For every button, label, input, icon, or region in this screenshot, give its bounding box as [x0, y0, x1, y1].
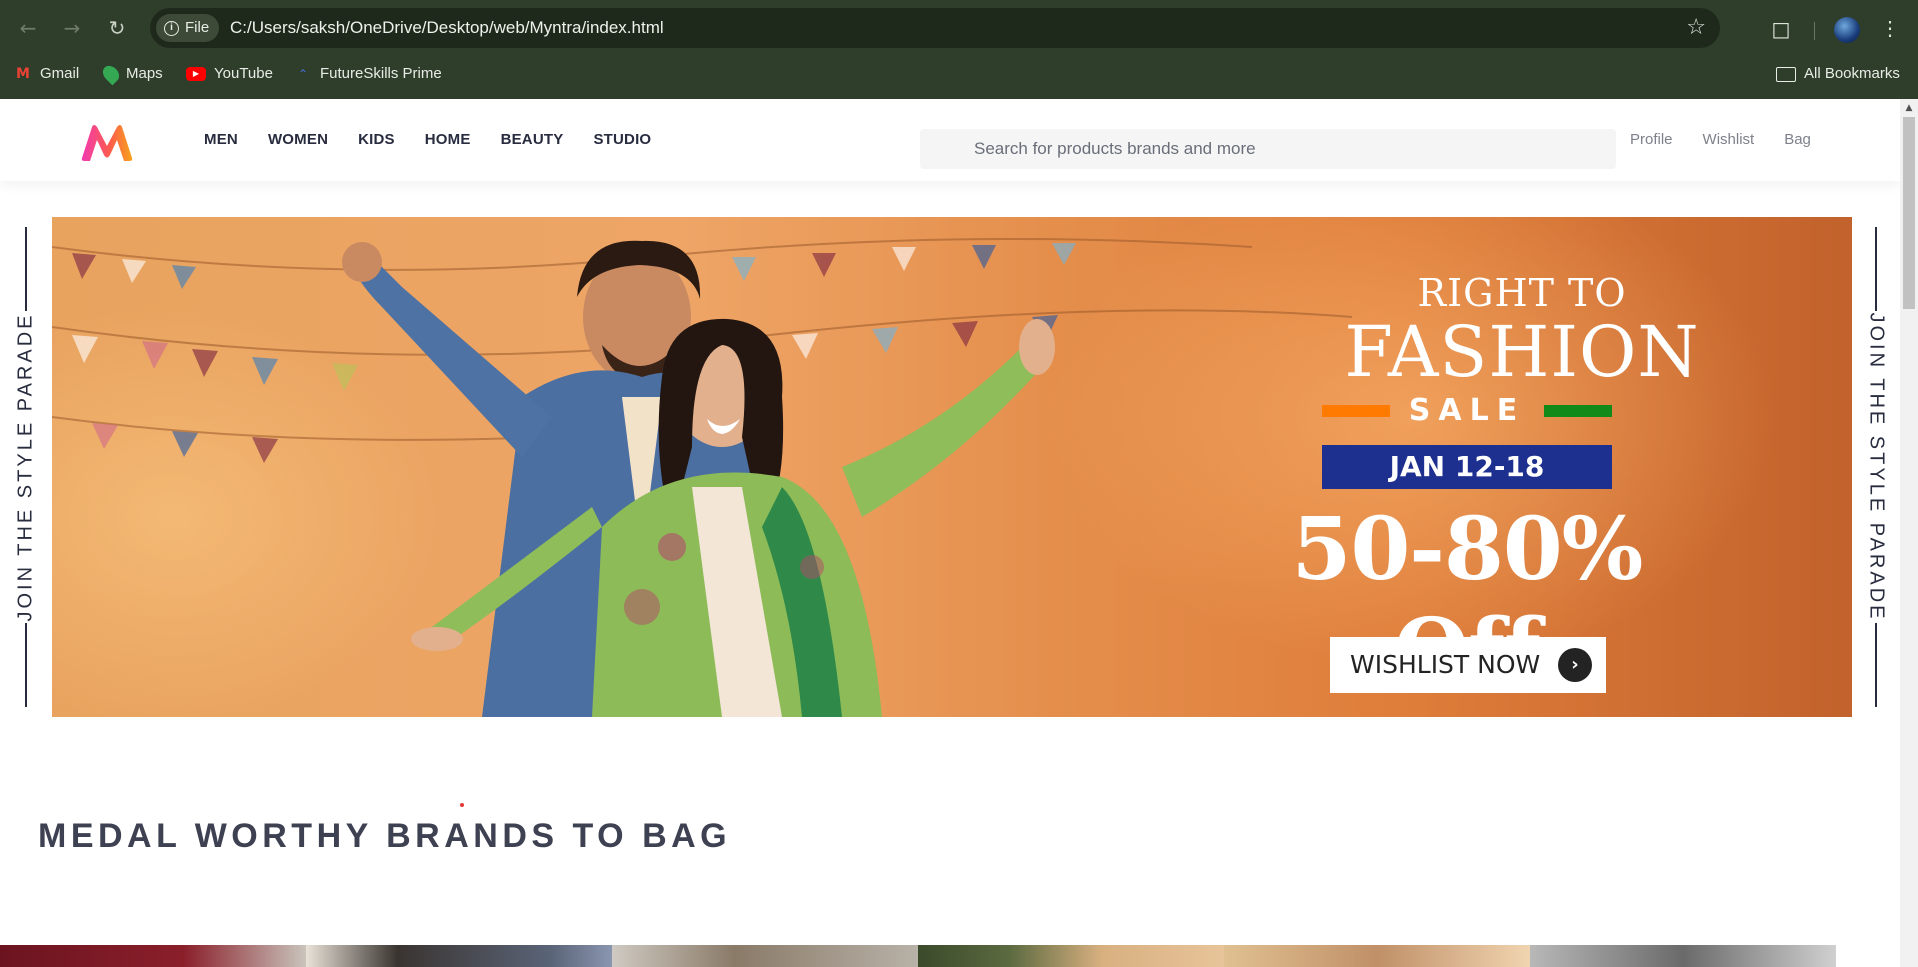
brand-card[interactable] — [306, 945, 612, 967]
bag-link[interactable]: Bag — [1784, 99, 1811, 181]
bookmark-label: Maps — [126, 65, 163, 82]
side-banner-right: JOIN THE STYLE PARADE — [1862, 227, 1890, 707]
brand-card[interactable] — [1224, 945, 1530, 967]
wishlist-now-button[interactable]: WISHLIST NOW › — [1330, 637, 1606, 693]
bookmark-gmail[interactable]: M Gmail — [14, 60, 79, 88]
nav-women[interactable]: WOMEN — [253, 99, 343, 181]
scroll-up-arrow-icon[interactable]: ▲ — [1900, 101, 1918, 115]
gmail-icon: M — [16, 66, 30, 82]
promo-line1: RIGHT TO — [1417, 271, 1627, 315]
side-label-left: JOIN THE STYLE PARADE — [14, 312, 37, 622]
main-nav: MEN WOMEN KIDS HOME BEAUTY STUDIO — [204, 99, 666, 181]
site-header: MEN WOMEN KIDS HOME BEAUTY STUDIO Profil… — [0, 99, 1900, 181]
toolbar-divider — [1814, 22, 1815, 40]
divider-line — [25, 227, 27, 311]
cursor-dot — [460, 803, 464, 807]
myntra-logo[interactable] — [80, 124, 134, 162]
nav-kids[interactable]: KIDS — [343, 99, 410, 181]
browser-toolbar: ← → ↻ i File C:/Users/saksh/OneDrive/Des… — [0, 8, 1918, 48]
promo-dates: JAN 12-18 — [1322, 445, 1612, 489]
futureskills-icon: ⌃ — [297, 67, 309, 81]
divider-line — [1875, 227, 1877, 311]
scroll-thumb[interactable] — [1903, 117, 1915, 309]
bookmark-label: Gmail — [40, 65, 80, 82]
brand-card[interactable] — [0, 945, 306, 967]
hero-models-image — [342, 240, 1055, 717]
side-label-right: JOIN THE STYLE PARADE — [1865, 312, 1888, 622]
section-title: MEDAL WORTHY BRANDS TO BAG — [38, 817, 732, 855]
bookmark-youtube[interactable]: ▶ YouTube — [186, 60, 273, 88]
maps-icon — [99, 62, 123, 86]
brand-card[interactable] — [1530, 945, 1836, 967]
search-box — [920, 129, 1616, 169]
search-input[interactable] — [974, 129, 1594, 169]
divider-line — [25, 623, 27, 707]
nav-studio[interactable]: STUDIO — [578, 99, 666, 181]
info-icon: i — [164, 20, 179, 36]
bookmark-futureskills[interactable]: ⌃ FutureSkills Prime — [294, 60, 442, 88]
browser-menu-icon[interactable]: ⋮ — [1880, 14, 1900, 44]
folder-icon — [1776, 66, 1796, 82]
promo-line2: FASHION — [1344, 311, 1700, 393]
wishlist-link[interactable]: Wishlist — [1703, 99, 1755, 181]
nav-men[interactable]: MEN — [204, 99, 253, 181]
page-scrollbar[interactable]: ▲ — [1900, 99, 1918, 967]
address-bar[interactable]: i File C:/Users/saksh/OneDrive/Desktop/w… — [150, 8, 1720, 48]
bookmarks-bar: M Gmail Maps ▶ YouTube ⌃ FutureSkills Pr… — [0, 60, 1918, 88]
side-banner-left: JOIN THE STYLE PARADE — [12, 227, 40, 707]
bookmark-maps[interactable]: Maps — [99, 60, 163, 88]
file-chip-label: File — [185, 19, 210, 36]
promo-panel: RIGHT TO FASHION SALE JAN 12-18 50-80% O… — [1242, 267, 1802, 701]
forward-icon[interactable]: → — [58, 14, 86, 42]
hero-banner[interactable]: RIGHT TO FASHION SALE JAN 12-18 50-80% O… — [52, 217, 1852, 717]
brand-card[interactable] — [612, 945, 918, 967]
extensions-icon[interactable]: □ — [1768, 16, 1794, 42]
profile-avatar[interactable] — [1834, 17, 1860, 43]
reload-icon[interactable]: ↻ — [103, 14, 131, 42]
bookmark-label: YouTube — [214, 65, 273, 82]
back-icon[interactable]: ← — [14, 14, 42, 42]
brand-card[interactable] — [918, 945, 1224, 967]
youtube-icon: ▶ — [186, 67, 206, 81]
url-text[interactable]: C:/Users/saksh/OneDrive/Desktop/web/Mynt… — [230, 8, 664, 48]
all-bookmarks-label: All Bookmarks — [1804, 65, 1900, 82]
header-actions: Profile Wishlist Bag — [1630, 99, 1811, 181]
wishlist-now-label: WISHLIST NOW — [1350, 650, 1541, 679]
bookmark-label: FutureSkills Prime — [320, 65, 442, 82]
divider-line — [1875, 623, 1877, 707]
profile-link[interactable]: Profile — [1630, 99, 1673, 181]
brand-carousel — [0, 945, 1836, 967]
nav-beauty[interactable]: BEAUTY — [486, 99, 579, 181]
chevron-right-icon: › — [1558, 648, 1592, 682]
nav-home[interactable]: HOME — [410, 99, 486, 181]
all-bookmarks-button[interactable]: All Bookmarks — [1776, 60, 1900, 88]
browser-chrome: ← → ↻ i File C:/Users/saksh/OneDrive/Des… — [0, 0, 1918, 99]
bookmark-star-icon[interactable]: ☆ — [1686, 8, 1706, 48]
flag-green-bar — [1544, 405, 1612, 417]
promo-sale-row: SALE — [1322, 393, 1612, 429]
site-info-chip[interactable]: i File — [156, 14, 220, 42]
page-viewport: MEN WOMEN KIDS HOME BEAUTY STUDIO Profil… — [0, 99, 1900, 967]
